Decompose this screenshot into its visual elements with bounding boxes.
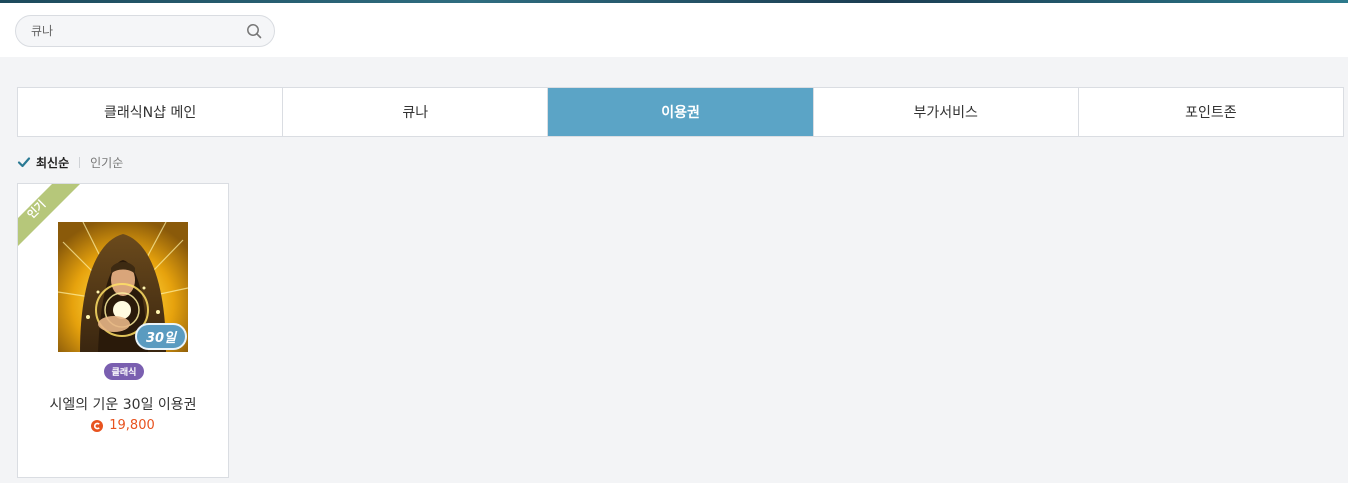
search-input[interactable] [31,16,231,46]
product-card[interactable]: 인기 30일 클래식 시엘의 기운 30일 이용권 19,800 [17,183,229,478]
sort-options: 최신순 인기순 [17,153,123,171]
classic-tag: 클래식 [104,363,144,380]
header-bar [0,3,1348,57]
sort-divider [79,156,81,168]
tab-pass[interactable]: 이용권 [548,88,814,136]
days-badge: 30일 [135,323,187,350]
product-price: 19,800 [18,418,228,433]
tab-extra-services[interactable]: 부가서비스 [814,88,1079,136]
product-name[interactable]: 시엘의 기운 30일 이용권 [18,394,228,414]
search-icon[interactable] [246,23,262,39]
tab-kyuna[interactable]: 큐나 [283,88,549,136]
check-icon [17,157,31,168]
sort-popular[interactable]: 인기순 [90,154,123,171]
tab-classic-nshop-main[interactable]: 클래식N샵 메인 [18,88,284,136]
search-box [15,15,275,47]
price-value: 19,800 [109,418,155,433]
coin-icon [91,419,104,432]
sort-latest[interactable]: 최신순 [36,154,69,171]
tab-point-zone[interactable]: 포인트존 [1079,88,1343,136]
category-tabs: 클래식N샵 메인 큐나 이용권 부가서비스 포인트존 [17,87,1344,137]
